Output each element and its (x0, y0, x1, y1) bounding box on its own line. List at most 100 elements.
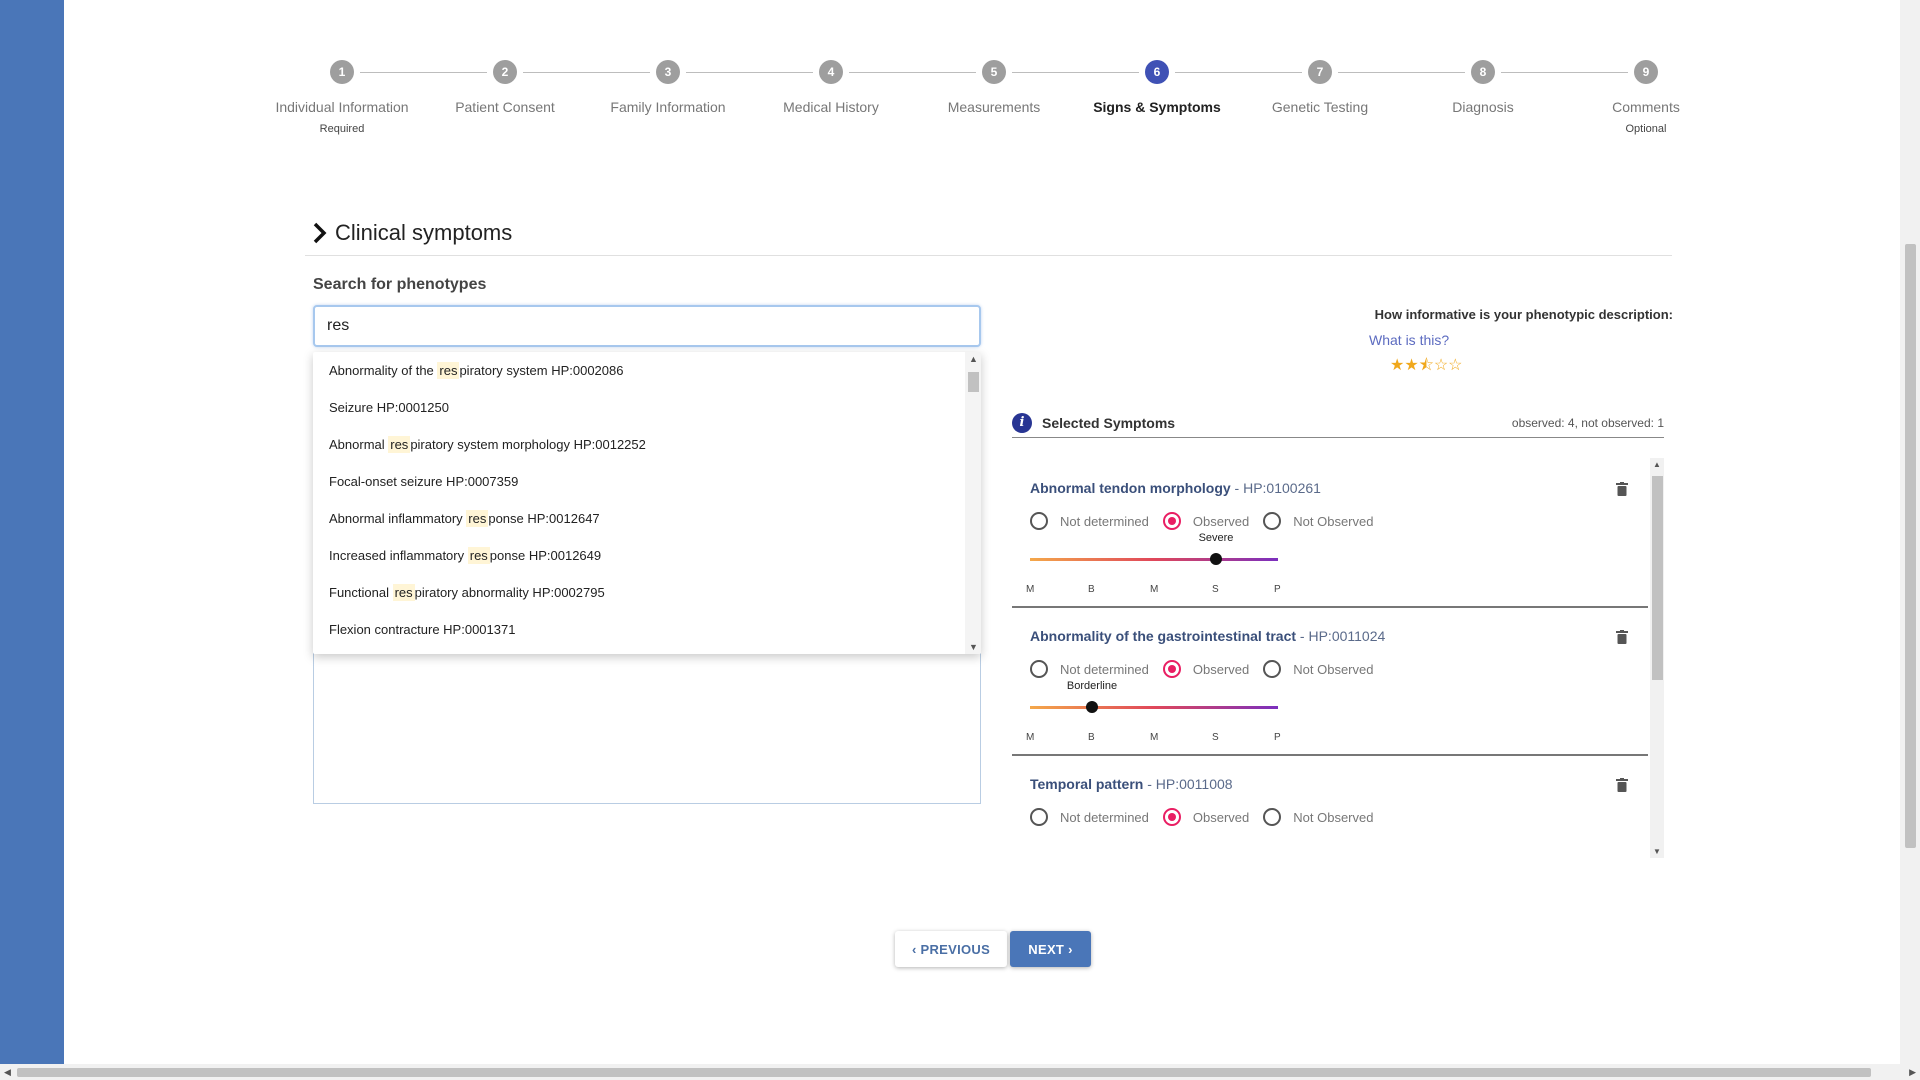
previous-button[interactable]: ‹ PREVIOUS (895, 931, 1007, 967)
severity-slider[interactable]: Borderline (1030, 680, 1278, 713)
radio-label: Not determined (1060, 661, 1149, 677)
suggestion-item[interactable]: Focal-onset seizure HP:0007359 (313, 463, 981, 500)
radio-circle[interactable] (1030, 808, 1048, 826)
info-icon[interactable]: i (1012, 413, 1032, 433)
tick-label: M (1026, 732, 1035, 743)
radio-circle[interactable] (1263, 808, 1282, 826)
step-4[interactable]: 4 Medical History (751, 60, 911, 115)
step-number: 5 (982, 60, 1006, 84)
step-number: 4 (819, 60, 843, 84)
suggestion-match-highlight: res (392, 584, 415, 601)
scroll-left-icon[interactable]: ◀ (4, 1067, 11, 1077)
step-label: Medical History (783, 99, 879, 115)
symptom-card: Temporal pattern - HP:0011008 Not determi… (1012, 754, 1648, 858)
symptoms-scrollbar[interactable]: ▲ ▼ (1650, 458, 1664, 858)
radio-not-observed[interactable]: Not Observed (1263, 808, 1373, 826)
suggestion-text: Abnormal inflammatory (329, 511, 467, 526)
radio-not-determined[interactable]: Not determined (1030, 808, 1149, 826)
radio-observed[interactable]: Observed (1162, 512, 1250, 530)
suggestion-text: Seizure HP:0001250 (329, 400, 449, 415)
scroll-up-icon[interactable]: ▲ (969, 354, 978, 364)
suggestions-scrollbar[interactable]: ▲ ▼ (965, 352, 981, 654)
suggestion-item[interactable]: Increased inflammatory res ponse HP:00126… (313, 537, 981, 574)
step-8[interactable]: 8 Diagnosis (1403, 60, 1563, 115)
radio-circle[interactable] (1030, 512, 1048, 530)
scrollbar-thumb[interactable] (1652, 476, 1663, 680)
suggestion-item[interactable]: Seizure HP:0001250 (313, 389, 981, 426)
slider-handle[interactable] (1086, 701, 1098, 713)
selected-symptoms-header: i Selected Symptoms observed: 4, not obs… (1012, 409, 1664, 437)
scroll-down-icon[interactable]: ▼ (1653, 847, 1661, 856)
trash-icon[interactable] (1616, 630, 1628, 644)
suggestion-item[interactable]: Abnormality of the res piratory system HP… (313, 352, 981, 389)
radio-label: Not Observed (1293, 809, 1374, 825)
radio-circle[interactable] (1263, 512, 1282, 530)
radio-circle[interactable] (1263, 660, 1282, 678)
section-divider (305, 255, 1672, 256)
trash-icon[interactable] (1616, 778, 1628, 792)
stepper: 1 Individual Information Required 2 Patient … (262, 60, 1680, 150)
suggestion-item[interactable]: Functional res piratory abnormality HP:00… (313, 574, 981, 611)
page-vertical-scrollbar[interactable] (1900, 0, 1920, 1064)
scrollbar-thumb[interactable] (17, 1068, 1871, 1077)
scroll-down-icon[interactable]: ▼ (969, 642, 978, 652)
suggestion-match-highlight: res (466, 510, 489, 527)
phenotype-search-input[interactable] (313, 305, 981, 347)
suggestion-item[interactable]: Abnormal inflammatory res ponse HP:001264… (313, 500, 981, 537)
suggestion-item[interactable]: Flexion contracture HP:0001371 (313, 611, 981, 648)
radio-not-observed[interactable]: Not Observed (1263, 660, 1373, 678)
next-button[interactable]: NEXT › (1010, 931, 1091, 967)
section-header[interactable]: Clinical symptoms (313, 220, 512, 246)
observation-radio-group: Not determined Observed Not Observed (1030, 512, 1387, 530)
step-label: Diagnosis (1452, 99, 1514, 115)
symptom-code: - HP:0011024 (1296, 628, 1386, 644)
what-is-this-link[interactable]: What is this? (1369, 332, 1449, 348)
step-7[interactable]: 7 Genetic Testing (1240, 60, 1400, 115)
step-9[interactable]: 9 Comments Optional (1566, 60, 1726, 135)
tick-label: P (1274, 584, 1281, 595)
scroll-up-icon[interactable]: ▲ (1653, 460, 1661, 469)
radio-circle[interactable] (1162, 660, 1181, 678)
page-horizontal-scrollbar[interactable]: ◀ ▶ (0, 1064, 1920, 1080)
step-5[interactable]: 5 Measurements (914, 60, 1074, 115)
radio-not-determined[interactable]: Not determined (1030, 512, 1149, 530)
severity-slider[interactable]: Severe (1030, 532, 1278, 565)
scroll-right-icon[interactable]: ▶ (1909, 1067, 1916, 1077)
radio-circle[interactable] (1030, 660, 1048, 678)
suggestion-text: piratory system HP:0002086 (459, 363, 624, 378)
radio-not-determined[interactable]: Not determined (1030, 660, 1149, 678)
tick-label: P (1274, 732, 1281, 743)
step-3[interactable]: 3 Family Information (588, 60, 748, 115)
radio-circle[interactable] (1162, 808, 1181, 826)
phenotype-area (313, 650, 981, 804)
informativeness-question: How informative is your phenotypic descr… (1374, 307, 1673, 322)
trash-icon[interactable] (1616, 482, 1628, 496)
step-2[interactable]: 2 Patient Consent (425, 60, 585, 115)
step-6[interactable]: 6 Signs & Symptoms (1077, 60, 1237, 115)
suggestion-text: piratory system morphology HP:0012252 (410, 437, 646, 452)
radio-circle[interactable] (1162, 512, 1181, 530)
symptom-name: Abnormal tendon morphology (1030, 480, 1231, 496)
slider-handle[interactable] (1210, 553, 1222, 565)
search-label: Search for phenotypes (313, 276, 487, 293)
radio-observed[interactable]: Observed (1162, 660, 1249, 678)
step-number: 9 (1634, 60, 1658, 84)
radio-not-observed[interactable]: Not Observed (1263, 512, 1373, 530)
radio-observed[interactable]: Observed (1162, 808, 1249, 826)
suggestion-text: Abnormality of the (329, 363, 438, 378)
radio-label: Not determined (1060, 809, 1149, 825)
scrollbar-thumb[interactable] (968, 372, 979, 392)
suggestion-match-highlight: res (388, 436, 411, 453)
scrollbar-thumb[interactable] (1905, 244, 1916, 848)
radio-label: Observed (1192, 513, 1250, 529)
radio-label: Not Observed (1293, 513, 1374, 529)
symptom-code: - HP:0011008 (1143, 776, 1233, 792)
suggestion-item[interactable]: Abnormal res piratory system morphology H… (313, 426, 981, 463)
radio-label: Not determined (1060, 513, 1149, 529)
step-number: 1 (330, 60, 354, 84)
suggestion-text: ponse HP:0012649 (489, 548, 602, 563)
step-label: Patient Consent (455, 99, 555, 115)
suggestion-text: Increased inflammatory (329, 548, 468, 563)
tick-label: M (1150, 732, 1159, 743)
step-1[interactable]: 1 Individual Information Required (262, 60, 422, 135)
